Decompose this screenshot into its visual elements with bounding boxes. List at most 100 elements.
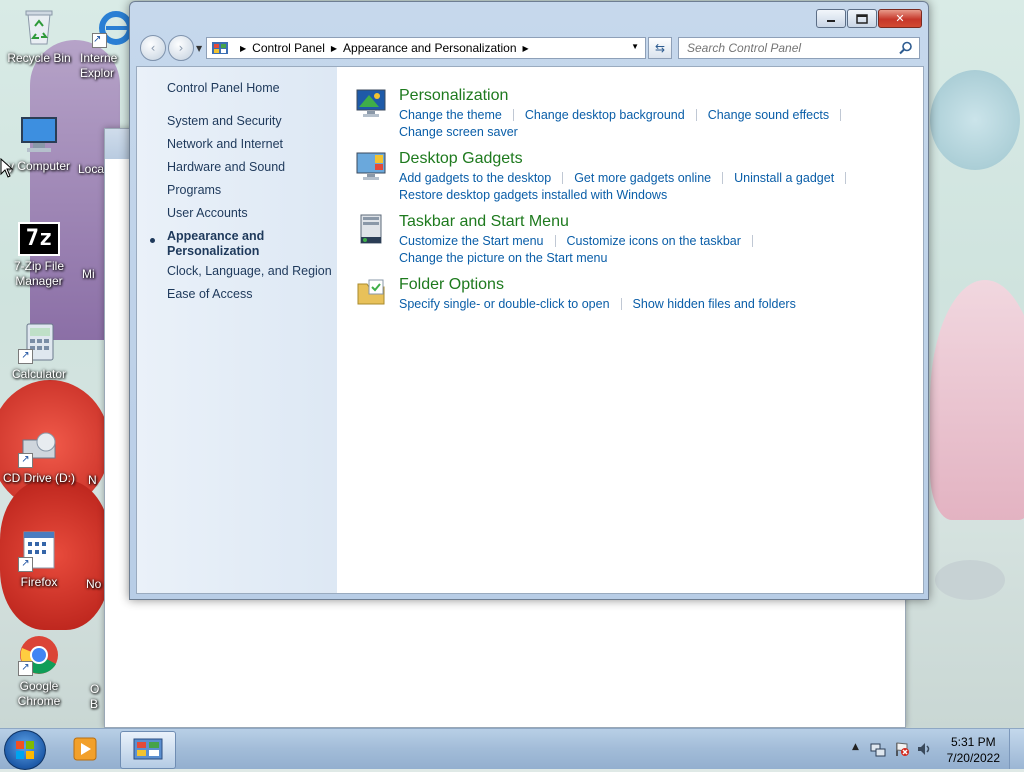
back-button[interactable]: ‹ bbox=[140, 35, 166, 61]
desktop-icon-label: No bbox=[86, 577, 102, 591]
category-title[interactable]: Folder Options bbox=[399, 276, 504, 294]
sidebar-item-home[interactable]: Control Panel Home bbox=[167, 81, 280, 96]
refresh-button[interactable]: ⇆ bbox=[648, 37, 672, 59]
link-change-desktop-background[interactable]: Change desktop background bbox=[525, 108, 685, 122]
media-player-icon bbox=[73, 737, 97, 761]
sidebar-item-ease-of-access[interactable]: Ease of Access bbox=[167, 287, 252, 302]
desktop-icon-label: CD Drive (D:) bbox=[3, 471, 75, 485]
desktop-icon-label: Calculator bbox=[11, 367, 67, 381]
sidebar-item-network[interactable]: Network and Internet bbox=[167, 137, 283, 152]
breadcrumb-separator-icon[interactable]: ▶ bbox=[240, 44, 246, 53]
desktop-icon-calculator[interactable]: ↗ Calculator bbox=[0, 322, 78, 382]
shortcut-arrow-icon: ↗ bbox=[18, 453, 33, 468]
show-desktop-button[interactable] bbox=[1009, 729, 1024, 769]
minimize-button[interactable] bbox=[816, 9, 846, 28]
link-row: Specify single- or double-click to open S… bbox=[399, 297, 796, 311]
breadcrumb-control-panel[interactable]: Control Panel bbox=[252, 41, 325, 55]
link-row: Change the theme Change desktop backgroun… bbox=[399, 108, 852, 122]
active-item-bullet-icon bbox=[150, 238, 155, 243]
close-button[interactable]: ✕ bbox=[878, 9, 922, 28]
link-change-start-menu-picture[interactable]: Change the picture on the Start menu bbox=[399, 251, 607, 265]
category-title[interactable]: Personalization bbox=[399, 87, 508, 105]
address-bar[interactable]: ▶ Control Panel ▶ Appearance and Persona… bbox=[206, 37, 646, 59]
clock-time: 5:31 PM bbox=[950, 735, 996, 749]
control-panel-window: ✕ ‹ › ▼ ▶ Control Panel ▶ Appearance and… bbox=[129, 1, 929, 600]
desktop-icon-google-chrome[interactable]: ↗ Google Chrome bbox=[0, 634, 78, 709]
volume-icon[interactable] bbox=[916, 741, 932, 757]
recycle-bin-icon bbox=[18, 6, 60, 48]
sidebar-item-appearance[interactable]: Appearance and Personalization bbox=[167, 229, 277, 259]
7zip-icon: 7z bbox=[18, 222, 60, 256]
link-customize-taskbar-icons[interactable]: Customize icons on the taskbar bbox=[567, 234, 741, 248]
sidebar-item-hardware-sound[interactable]: Hardware and Sound bbox=[167, 160, 285, 175]
control-panel-icon bbox=[133, 738, 163, 760]
link-single-double-click[interactable]: Specify single- or double-click to open bbox=[399, 297, 610, 311]
sidebar-item-system-security[interactable]: System and Security bbox=[167, 114, 282, 129]
link-change-screen-saver[interactable]: Change screen saver bbox=[399, 125, 518, 139]
show-hidden-icons-button[interactable]: ▲ bbox=[852, 742, 859, 752]
cd-drive-icon: ↗ bbox=[18, 426, 60, 468]
link-change-sound-effects[interactable]: Change sound effects bbox=[708, 108, 829, 122]
link-row: Change the picture on the Start menu bbox=[399, 251, 607, 265]
desktop-icon-label: Loca bbox=[78, 162, 105, 176]
link-uninstall-gadget[interactable]: Uninstall a gadget bbox=[734, 171, 834, 185]
sidebar-item-clock-language[interactable]: Clock, Language, and Region bbox=[167, 264, 332, 279]
content-area: Control Panel Home System and Security N… bbox=[136, 66, 924, 594]
sidebar-item-programs[interactable]: Programs bbox=[167, 183, 221, 198]
internet-explorer-icon: ↗ bbox=[92, 6, 134, 48]
personalization-icon bbox=[355, 87, 387, 119]
breadcrumb-separator-icon[interactable]: ▶ bbox=[331, 44, 337, 53]
category-title[interactable]: Desktop Gadgets bbox=[399, 150, 523, 168]
desktop-icon-7zip[interactable]: 7z 7-Zip File Manager bbox=[0, 222, 78, 289]
link-restore-gadgets[interactable]: Restore desktop gadgets installed with W… bbox=[399, 188, 667, 202]
desktop-icon-label: Mi bbox=[82, 267, 95, 281]
maximize-icon bbox=[856, 13, 868, 24]
back-arrow-icon: ‹ bbox=[150, 41, 156, 55]
sidebar-item-user-accounts[interactable]: User Accounts bbox=[167, 206, 248, 221]
clock[interactable]: 5:31 PM 7/20/2022 bbox=[947, 734, 1000, 766]
breadcrumb-appearance[interactable]: Appearance and Personalization bbox=[343, 41, 516, 55]
breadcrumb-separator-icon[interactable]: ▶ bbox=[523, 44, 529, 53]
link-show-hidden-files[interactable]: Show hidden files and folders bbox=[633, 297, 796, 311]
start-button[interactable] bbox=[4, 730, 46, 770]
windows-logo-icon bbox=[16, 741, 34, 759]
search-box[interactable] bbox=[678, 37, 920, 59]
firefox-icon: ↗ bbox=[18, 530, 60, 572]
action-center-flag-icon[interactable] bbox=[894, 741, 910, 757]
system-tray: ▲ 5:31 PM 7/20/2022 bbox=[848, 729, 1024, 769]
link-change-theme[interactable]: Change the theme bbox=[399, 108, 502, 122]
taskbar-media-player-button[interactable] bbox=[58, 731, 112, 767]
link-separator bbox=[845, 172, 847, 184]
address-dropdown-icon[interactable]: ▼ bbox=[631, 42, 639, 51]
search-input[interactable] bbox=[685, 40, 899, 56]
main-panel: Personalization Change the theme Change d… bbox=[337, 67, 923, 593]
desktop-icon-label: N bbox=[88, 473, 97, 487]
link-separator bbox=[695, 109, 697, 121]
desktop-icon-label: O B bbox=[90, 682, 100, 711]
network-icon[interactable] bbox=[870, 741, 886, 757]
close-icon: ✕ bbox=[895, 12, 905, 25]
shortcut-arrow-icon: ↗ bbox=[18, 349, 33, 364]
link-separator bbox=[722, 172, 724, 184]
recent-pages-dropdown[interactable]: ▼ bbox=[196, 44, 202, 53]
desktop-icon-cd-drive[interactable]: ↗ CD Drive (D:) bbox=[0, 426, 78, 486]
control-panel-icon bbox=[212, 41, 228, 55]
wallpaper-shape bbox=[930, 280, 1024, 520]
link-get-more-gadgets[interactable]: Get more gadgets online bbox=[574, 171, 711, 185]
desktop-icon-internet-explorer[interactable]: ↗ Interne Explor bbox=[80, 6, 133, 81]
link-separator bbox=[840, 109, 842, 121]
maximize-button[interactable] bbox=[847, 9, 877, 28]
link-customize-start-menu[interactable]: Customize the Start menu bbox=[399, 234, 544, 248]
wallpaper-shape bbox=[930, 70, 1020, 170]
category-title[interactable]: Taskbar and Start Menu bbox=[399, 213, 569, 231]
search-icon[interactable] bbox=[899, 41, 913, 58]
caption-buttons: ✕ bbox=[815, 9, 922, 28]
taskbar-control-panel-button[interactable] bbox=[120, 731, 176, 769]
desktop-icon-recycle-bin[interactable]: Recycle Bin bbox=[0, 6, 78, 66]
folder-options-icon bbox=[355, 276, 387, 308]
link-separator bbox=[562, 172, 564, 184]
desktop-icon-firefox[interactable]: ↗ Firefox bbox=[0, 530, 78, 590]
link-add-gadgets[interactable]: Add gadgets to the desktop bbox=[399, 171, 551, 185]
clock-date: 7/20/2022 bbox=[946, 751, 1000, 765]
forward-button[interactable]: › bbox=[168, 35, 194, 61]
